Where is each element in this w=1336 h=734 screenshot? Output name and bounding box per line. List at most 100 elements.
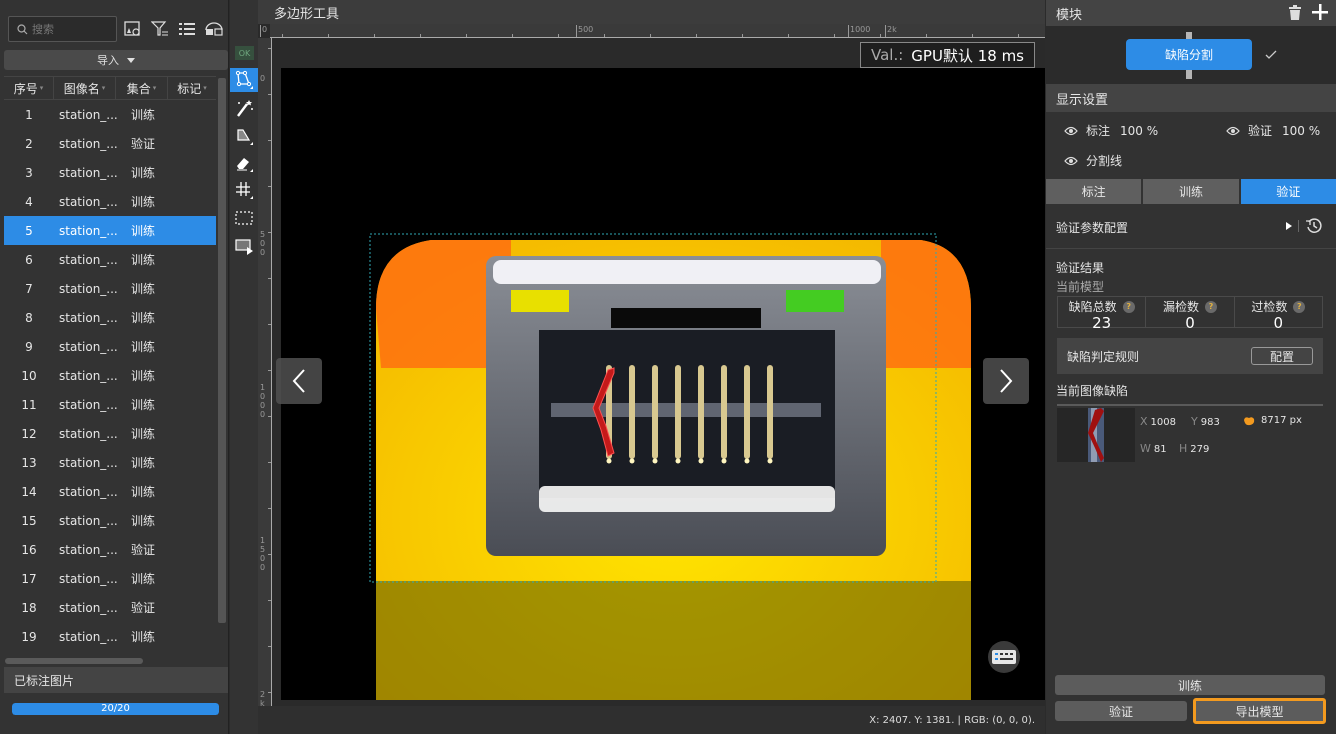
- pin-tip: [606, 458, 612, 464]
- table-row[interactable]: 9 station_... 训练: [4, 332, 216, 361]
- tab-verify[interactable]: 验证: [1240, 179, 1336, 204]
- configure-button[interactable]: 配置: [1251, 347, 1313, 365]
- plus-icon[interactable]: [1312, 4, 1328, 20]
- help-icon[interactable]: ?: [1122, 300, 1135, 313]
- table-row[interactable]: 8 station_... 训练: [4, 303, 216, 332]
- horizontal-scrollbar[interactable]: [5, 658, 143, 664]
- polygon-tool-button[interactable]: [230, 68, 258, 92]
- table-row[interactable]: 15 station_... 训练: [4, 506, 216, 535]
- column-name[interactable]: 图像名 ▾: [54, 77, 116, 99]
- train-button[interactable]: 训练: [1055, 675, 1325, 695]
- help-icon[interactable]: ?: [1205, 300, 1217, 313]
- row-set: 训练: [131, 427, 156, 441]
- table-row[interactable]: 12 station_... 训练: [4, 419, 216, 448]
- polygon-fill-tool-button[interactable]: [230, 124, 258, 148]
- column-mark[interactable]: 标记 ▾: [168, 77, 216, 99]
- row-set: 训练: [131, 166, 156, 180]
- mode-tabs: 标注 训练 验证: [1046, 179, 1336, 204]
- row-set: 验证: [131, 543, 156, 557]
- table-row[interactable]: 11 station_... 训练: [4, 390, 216, 419]
- help-icon[interactable]: ?: [1293, 300, 1306, 313]
- table-row[interactable]: 1 station_... 训练: [4, 100, 216, 129]
- pin-tip: [652, 458, 658, 464]
- sort-icon: ▾: [203, 84, 207, 92]
- pin-tip: [675, 458, 681, 464]
- rect-select-tool-button[interactable]: [230, 206, 258, 230]
- pin: [744, 365, 750, 459]
- stat-total-defects: 缺陷总数? 23: [1058, 297, 1147, 331]
- row-image-name: station_...: [59, 542, 118, 557]
- row-index: 4: [25, 194, 33, 209]
- pin: [767, 365, 773, 459]
- column-set[interactable]: 集合 ▾: [116, 77, 168, 99]
- filter-button[interactable]: [150, 18, 171, 40]
- table-row[interactable]: 3 station_... 训练: [4, 158, 216, 187]
- table-row[interactable]: 14 station_... 训练: [4, 477, 216, 506]
- stat-value: 23: [1092, 314, 1112, 332]
- ruler-tick: [268, 48, 271, 49]
- table-row[interactable]: 7 station_... 训练: [4, 274, 216, 303]
- row-image-name: station_...: [59, 339, 118, 354]
- tab-train[interactable]: 训练: [1143, 179, 1239, 204]
- table-row[interactable]: 19 station_... 训练: [4, 622, 216, 651]
- table-row[interactable]: 10 station_... 训练: [4, 361, 216, 390]
- verify-config-label[interactable]: 验证参数配置: [1056, 219, 1128, 236]
- stat-value: 0: [1185, 314, 1195, 332]
- toggle-seg-line[interactable]: 分割线: [1064, 152, 1122, 169]
- toggle-verify-visibility[interactable]: 验证 100 %: [1226, 122, 1320, 139]
- export-model-button[interactable]: 导出模型: [1193, 698, 1326, 724]
- label-opacity[interactable]: 100 %: [1120, 124, 1158, 138]
- image-canvas[interactable]: [281, 68, 1045, 700]
- table-row[interactable]: 13 station_... 训练: [4, 448, 216, 477]
- ok-badge[interactable]: OK: [235, 46, 254, 60]
- ruler-tick: [268, 554, 271, 555]
- next-image-button[interactable]: [983, 358, 1029, 404]
- import-button[interactable]: 导入: [4, 50, 228, 70]
- defect-item[interactable]: X 1008 Y 983 W 81 H 279 8717 px: [1057, 404, 1323, 462]
- rect-tool-button[interactable]: [230, 234, 258, 258]
- image-settings-button[interactable]: [123, 18, 144, 40]
- verify-opacity[interactable]: 100 %: [1282, 124, 1320, 138]
- history-icon[interactable]: [1306, 218, 1322, 234]
- ruler-tick: [268, 232, 271, 233]
- vertical-scrollbar[interactable]: [218, 78, 226, 623]
- verify-button[interactable]: 验证: [1055, 701, 1187, 721]
- table-row[interactable]: 2 station_... 验证: [4, 129, 216, 158]
- polygon-fill-icon: [237, 129, 253, 145]
- ruler-tick: [650, 34, 651, 37]
- magic-wand-tool-button[interactable]: [230, 96, 258, 120]
- list-view-button[interactable]: [177, 18, 198, 40]
- table-row[interactable]: 6 station_... 训练: [4, 245, 216, 274]
- table-row[interactable]: 16 station_... 验证: [4, 535, 216, 564]
- row-index: 17: [21, 571, 37, 586]
- previous-image-button[interactable]: [276, 358, 322, 404]
- trash-icon[interactable]: [1288, 5, 1302, 20]
- row-image-name: station_...: [59, 107, 118, 122]
- row-set: 验证: [131, 137, 156, 151]
- search-input[interactable]: 搜索: [8, 16, 118, 42]
- ruler-tick: [268, 94, 271, 95]
- sort-icon: ▾: [101, 84, 106, 92]
- eye-icon: [1064, 156, 1078, 165]
- row-image-name: station_...: [59, 513, 118, 528]
- table-row[interactable]: 5 station_... 训练: [4, 216, 216, 245]
- row-image-name: station_...: [59, 600, 118, 615]
- table-row[interactable]: 17 station_... 训练: [4, 564, 216, 593]
- eraser-tool-button[interactable]: [230, 151, 258, 175]
- search-toolbar: 搜索: [8, 16, 224, 42]
- module-defect-segmentation[interactable]: 缺陷分割: [1126, 39, 1252, 70]
- grid-tool-button[interactable]: [230, 178, 258, 202]
- pin-tip: [629, 458, 635, 464]
- camera-button[interactable]: [203, 18, 224, 40]
- keyboard-shortcuts-button[interactable]: [988, 641, 1020, 673]
- play-icon[interactable]: [1286, 222, 1292, 230]
- row-image-name: station_...: [59, 194, 118, 209]
- toggle-label-visibility[interactable]: 标注 100 %: [1064, 122, 1158, 139]
- table-row[interactable]: 4 station_... 训练: [4, 187, 216, 216]
- row-set: 训练: [131, 456, 156, 470]
- ruler-tick: [420, 34, 421, 37]
- table-row[interactable]: 18 station_... 验证: [4, 593, 216, 622]
- defect-x: X 1008: [1140, 415, 1176, 428]
- tab-label[interactable]: 标注: [1046, 179, 1142, 204]
- column-index[interactable]: 序号 ▾: [4, 77, 54, 99]
